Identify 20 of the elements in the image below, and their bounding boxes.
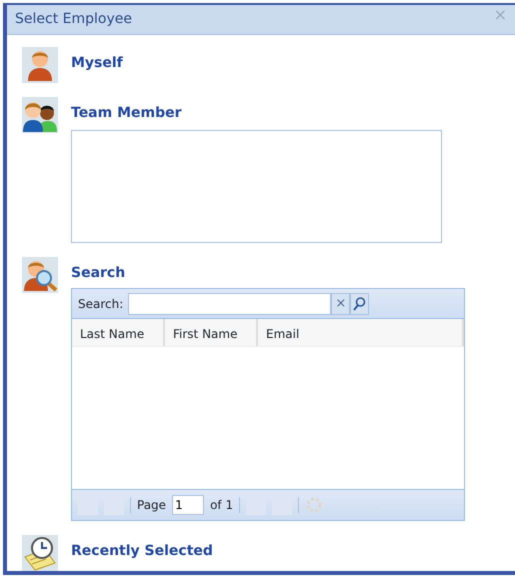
- search-field[interactable]: [128, 292, 332, 314]
- section-heading: Recently Selected: [71, 542, 213, 561]
- page-field[interactable]: 1: [172, 495, 204, 515]
- section-heading: Team Member: [71, 104, 183, 123]
- clear-button[interactable]: ×: [331, 292, 350, 314]
- clock-note-icon: [22, 535, 58, 571]
- person-icon: [22, 47, 58, 83]
- page-count: of 1: [210, 497, 234, 514]
- column-header[interactable]: Email: [258, 319, 464, 346]
- person-search-icon: [22, 257, 58, 293]
- search-label: Search:: [78, 296, 124, 312]
- page-label: Page: [137, 497, 166, 514]
- team-member-list[interactable]: [71, 130, 442, 243]
- section-heading: Search: [71, 264, 126, 283]
- people-icon: [22, 97, 58, 133]
- column-header[interactable]: First Name: [165, 319, 258, 346]
- search-button[interactable]: [350, 292, 370, 314]
- window-title: Select Employee: [15, 10, 132, 29]
- section-heading: Myself: [71, 54, 123, 73]
- column-header[interactable]: Last Name: [72, 319, 165, 346]
